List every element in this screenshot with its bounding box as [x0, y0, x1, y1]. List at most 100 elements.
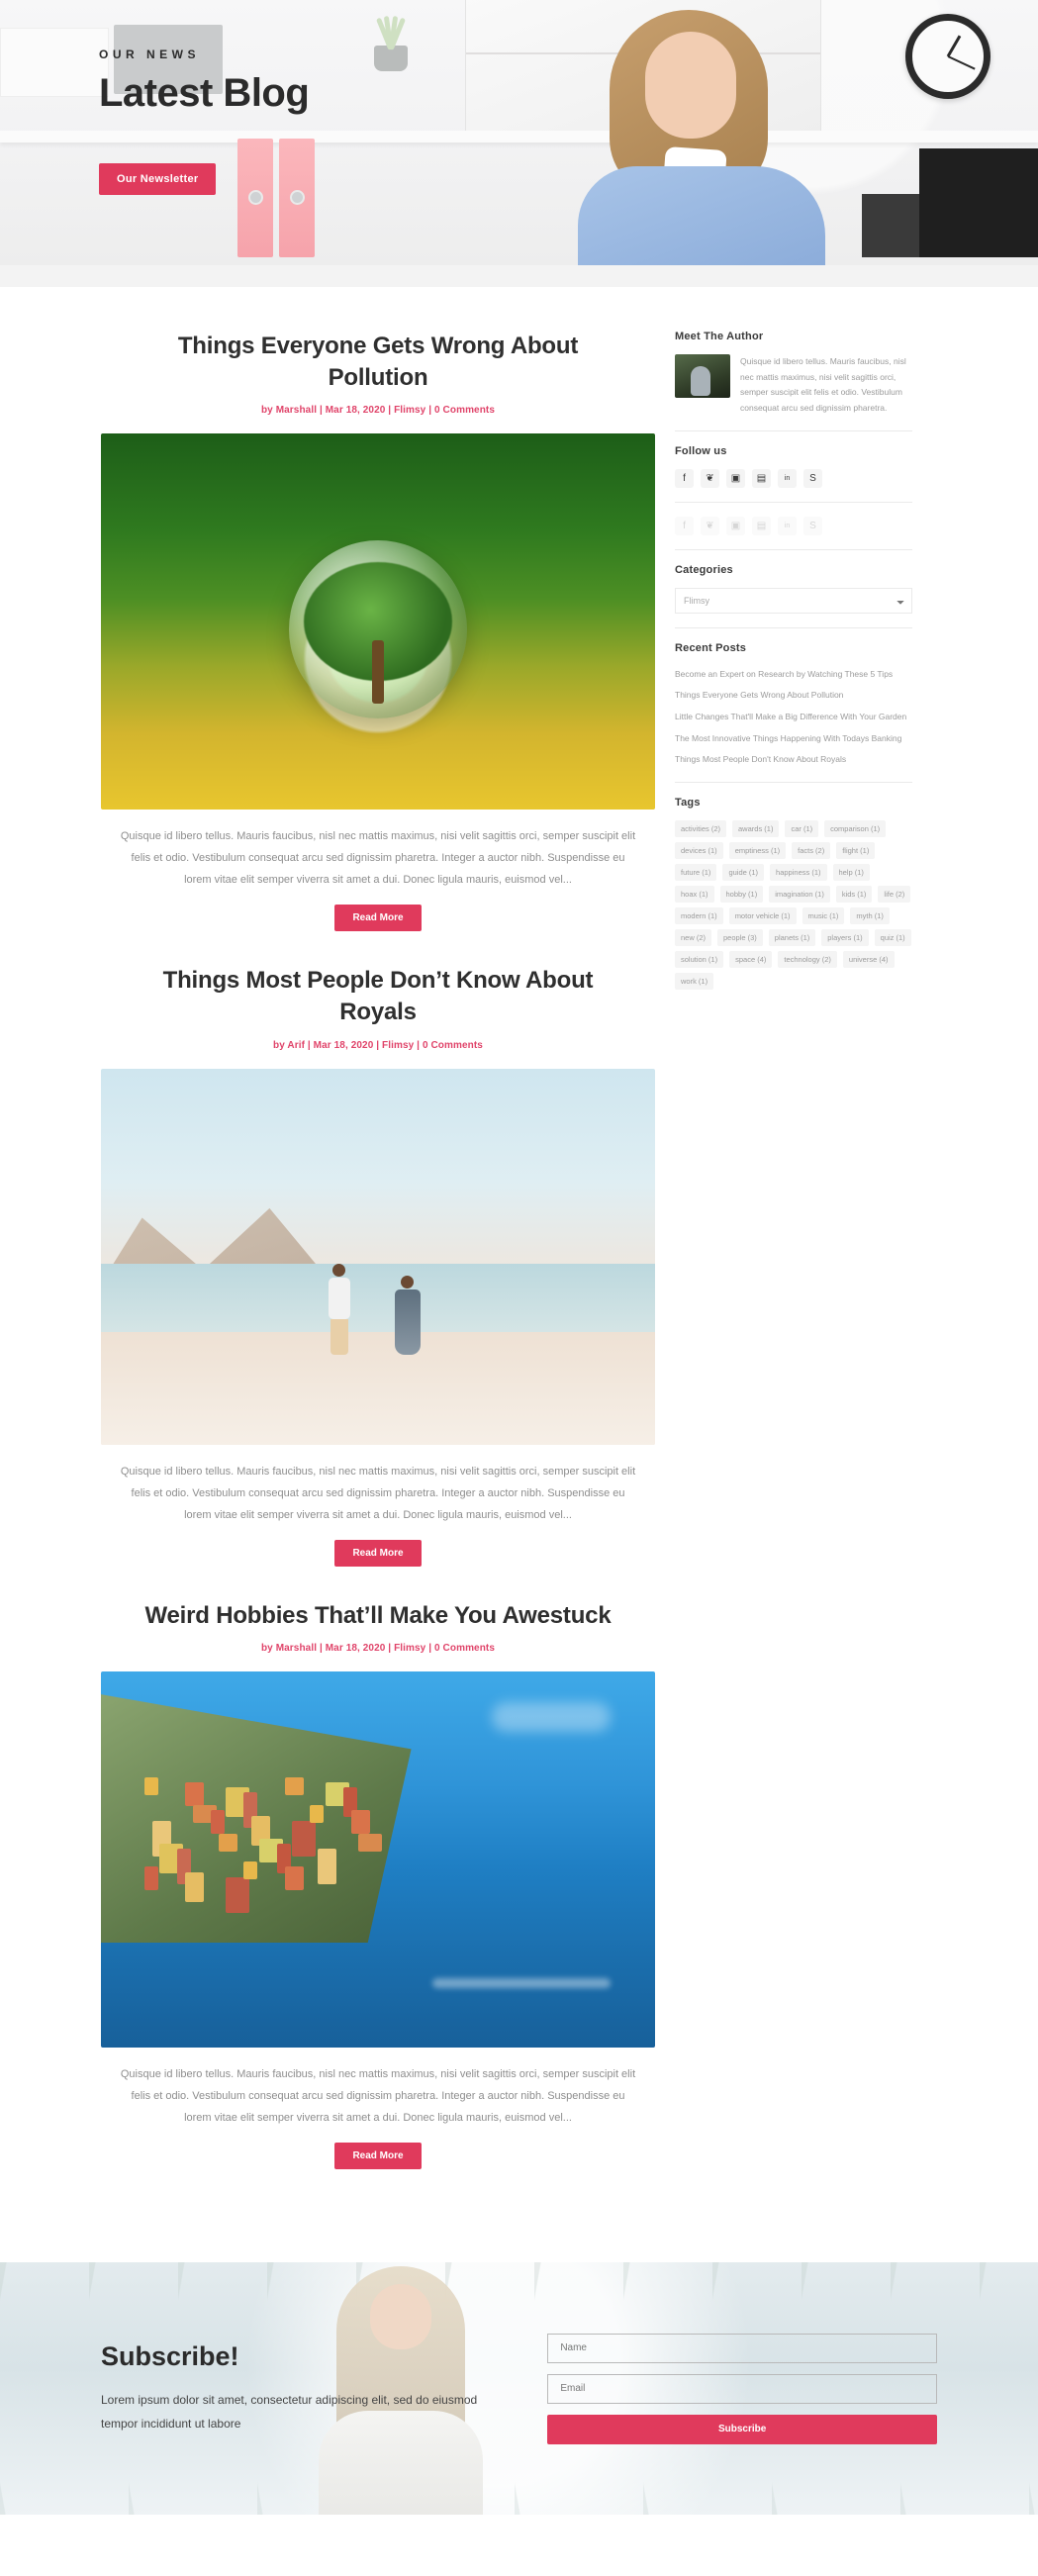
- tag-item[interactable]: activities (2): [675, 819, 727, 837]
- tag-item[interactable]: happiness (1): [770, 863, 827, 881]
- hero-eyebrow: OUR NEWS: [99, 48, 200, 61]
- twitter-icon-alt[interactable]: ❦: [701, 516, 719, 535]
- decor-house: [226, 1876, 250, 1913]
- recent-post-link[interactable]: The Most Innovative Things Happening Wit…: [675, 730, 912, 747]
- save-icon-alt[interactable]: ▤: [752, 516, 771, 535]
- post-excerpt: Quisque id libero tellus. Mauris faucibu…: [120, 1465, 636, 1521]
- tag-item[interactable]: solution (1): [675, 950, 724, 968]
- post-actions: Read More: [101, 1539, 655, 1567]
- tag-item[interactable]: flight (1): [836, 841, 876, 859]
- tag-item[interactable]: myth (1): [850, 906, 890, 924]
- post-title[interactable]: Things Most People Don’t Know About Roya…: [101, 965, 655, 1027]
- widget-title: Meet The Author: [675, 331, 764, 342]
- post-actions: Read More: [101, 905, 655, 932]
- read-more-button[interactable]: Read More: [334, 1539, 422, 1567]
- facebook-icon[interactable]: f: [675, 468, 694, 488]
- hero-text-block: OUR NEWS Latest Blog: [99, 48, 310, 116]
- tag-item[interactable]: players (1): [821, 928, 869, 946]
- tag-item[interactable]: music (1): [802, 906, 845, 924]
- divider: [675, 626, 912, 628]
- subscribe-form: Subscribe: [547, 2333, 937, 2444]
- post-actions: Read More: [101, 2143, 655, 2170]
- decor-house: [143, 1866, 158, 1891]
- categories-select[interactable]: Flimsy: [675, 587, 912, 614]
- widget-title: Follow us: [675, 444, 727, 457]
- read-more-button[interactable]: Read More: [334, 905, 422, 932]
- recent-post-link[interactable]: Things Most People Don't Know About Roya…: [675, 751, 912, 768]
- post-featured-image[interactable]: [101, 433, 655, 811]
- post-meta[interactable]: by Marshall | Mar 18, 2020 | Flimsy | 0 …: [101, 405, 655, 416]
- linkedin-icon[interactable]: in: [778, 468, 797, 488]
- widget-title: Categories: [675, 563, 733, 576]
- tag-item[interactable]: motor vehicle (1): [728, 906, 797, 924]
- page-body: Things Everyone Gets Wrong About Polluti…: [0, 287, 1038, 2263]
- tag-item[interactable]: emptiness (1): [728, 841, 787, 859]
- post-title[interactable]: Things Everyone Gets Wrong About Polluti…: [101, 331, 655, 393]
- tag-item[interactable]: space (4): [729, 950, 773, 968]
- tag-item[interactable]: hobby (1): [719, 885, 764, 903]
- divider: [675, 429, 912, 431]
- name-input[interactable]: [547, 2333, 937, 2363]
- post-featured-image[interactable]: [101, 1671, 655, 2049]
- recent-post-link[interactable]: Little Changes That'll Make a Big Differ…: [675, 709, 912, 725]
- instagram-icon-alt[interactable]: ▣: [726, 516, 745, 535]
- tag-item[interactable]: comparison (1): [824, 819, 887, 837]
- post-featured-image[interactable]: [101, 1068, 655, 1445]
- hero-decor-binder: [237, 139, 273, 257]
- tag-item[interactable]: future (1): [675, 863, 717, 881]
- widget-meet-the-author: Meet The Author Quisque id libero tellus…: [675, 331, 912, 417]
- decor-house: [185, 1871, 205, 1902]
- subscribe-section: Subscribe! Lorem ipsum dolor sit amet, c…: [0, 2262, 1038, 2516]
- recent-posts-list: Become an Expert on Research by Watching…: [675, 666, 912, 768]
- decor-house: [284, 1776, 304, 1795]
- author-bio: Quisque id libero tellus. Mauris faucibu…: [740, 356, 906, 414]
- recent-post-link[interactable]: Become an Expert on Research by Watching…: [675, 666, 912, 683]
- linkedin-icon-alt[interactable]: in: [778, 516, 797, 535]
- skype-icon-alt[interactable]: S: [803, 516, 822, 535]
- tag-item[interactable]: awards (1): [732, 819, 780, 837]
- tag-item[interactable]: universe (4): [842, 950, 895, 968]
- newsletter-button[interactable]: Our Newsletter: [99, 163, 217, 195]
- tag-item[interactable]: guide (1): [722, 863, 765, 881]
- tag-item[interactable]: planets (1): [768, 928, 816, 946]
- tag-item[interactable]: people (3): [717, 928, 763, 946]
- tag-item[interactable]: quiz (1): [874, 928, 911, 946]
- blog-post: Weird Hobbies That’ll Make You Awestuck …: [101, 1600, 655, 2170]
- tag-item[interactable]: life (2): [878, 885, 911, 903]
- decor-house: [310, 1805, 325, 1824]
- tag-item[interactable]: devices (1): [675, 841, 723, 859]
- post-meta[interactable]: by Marshall | Mar 18, 2020 | Flimsy | 0 …: [101, 1643, 655, 1654]
- recent-post-link[interactable]: Things Everyone Gets Wrong About Polluti…: [675, 687, 912, 704]
- tag-item[interactable]: modern (1): [675, 906, 723, 924]
- post-title[interactable]: Weird Hobbies That’ll Make You Awestuck: [101, 1600, 655, 1632]
- tag-item[interactable]: car (1): [785, 819, 819, 837]
- tag-item[interactable]: hoax (1): [675, 885, 714, 903]
- tag-item[interactable]: help (1): [832, 863, 870, 881]
- footer-spacer: [0, 2515, 1038, 2576]
- tag-item[interactable]: kids (1): [835, 885, 873, 903]
- skype-icon[interactable]: S: [803, 468, 822, 488]
- post-excerpt: Quisque id libero tellus. Mauris faucibu…: [120, 2068, 636, 2125]
- tag-item[interactable]: facts (2): [792, 841, 831, 859]
- post-meta[interactable]: by Arif | Mar 18, 2020 | Flimsy | 0 Comm…: [101, 1040, 655, 1051]
- blog-post: Things Most People Don’t Know About Roya…: [101, 965, 655, 1567]
- subscribe-title: Subscribe!: [101, 2341, 239, 2372]
- hero-decor-binder: [279, 139, 315, 257]
- wall-clock-icon: [905, 14, 991, 99]
- decor-house: [210, 1810, 225, 1835]
- post-excerpt: Quisque id libero tellus. Mauris faucibu…: [120, 830, 636, 887]
- subscribe-button[interactable]: Subscribe: [547, 2414, 937, 2444]
- instagram-icon[interactable]: ▣: [726, 468, 745, 488]
- tag-item[interactable]: imagination (1): [769, 885, 830, 903]
- hero-decor-lower-shelf: [0, 265, 1038, 287]
- widget-categories: Categories Flimsy: [675, 564, 912, 614]
- twitter-icon[interactable]: ❦: [701, 468, 719, 488]
- tag-item[interactable]: technology (2): [778, 950, 837, 968]
- email-input[interactable]: [547, 2373, 937, 2404]
- tag-item[interactable]: new (2): [675, 928, 712, 946]
- facebook-icon-alt[interactable]: f: [675, 516, 694, 535]
- tag-item[interactable]: work (1): [675, 972, 714, 990]
- page-title: Latest Blog: [99, 71, 310, 115]
- read-more-button[interactable]: Read More: [334, 2143, 422, 2170]
- save-icon[interactable]: ▤: [752, 468, 771, 488]
